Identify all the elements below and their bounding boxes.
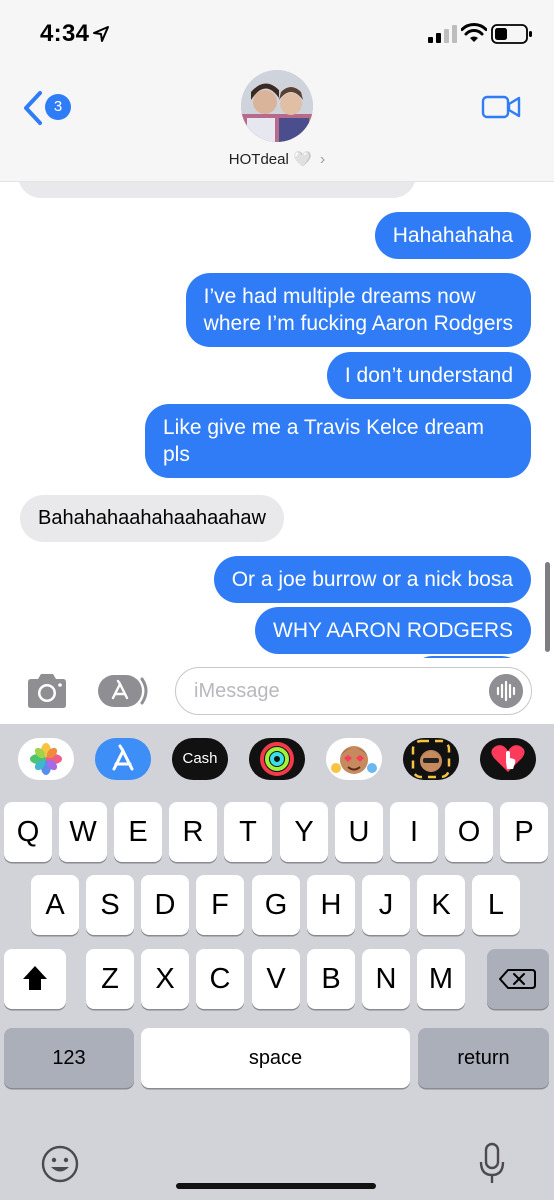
emoji-keyboard-icon[interactable] <box>40 1144 80 1184</box>
key-n[interactable]: N <box>362 949 410 1009</box>
contact-photo <box>241 70 313 142</box>
imessage-app-strip: Cash <box>0 724 554 796</box>
unread-count-badge[interactable]: 3 <box>45 94 71 120</box>
scrollbar-thumb[interactable] <box>545 562 550 652</box>
key-e[interactable]: E <box>114 802 162 862</box>
message-bubble-outgoing[interactable]: Hahahahaha <box>374 212 531 259</box>
numbers-key[interactable]: 123 <box>4 1028 134 1088</box>
key-f[interactable]: F <box>196 875 244 935</box>
key-r[interactable]: R <box>169 802 217 862</box>
key-o[interactable]: O <box>445 802 493 862</box>
key-m[interactable]: M <box>417 949 465 1009</box>
message-text-line: pls <box>163 443 190 466</box>
imessage-input[interactable]: iMessage <box>175 667 532 715</box>
key-b[interactable]: B <box>307 949 355 1009</box>
space-key[interactable]: space <box>141 1028 410 1088</box>
key-u[interactable]: U <box>335 802 383 862</box>
key-y[interactable]: Y <box>280 802 328 862</box>
key-q[interactable]: Q <box>4 802 52 862</box>
dictation-mic-icon[interactable] <box>478 1142 506 1186</box>
activity-icon <box>260 742 294 776</box>
key-l[interactable]: L <box>472 875 520 935</box>
location-arrow-icon <box>93 26 109 42</box>
message-text: Or a joe burrow or a nick bosa <box>231 568 513 591</box>
activity-app-button[interactable] <box>249 738 305 780</box>
contact-avatar[interactable] <box>241 70 313 142</box>
key-h[interactable]: H <box>307 875 355 935</box>
shift-arrow-icon <box>23 966 47 990</box>
key-t[interactable]: T <box>224 802 272 862</box>
wifi-icon <box>461 23 487 42</box>
battery-icon <box>491 24 532 44</box>
compose-bar: iMessage <box>0 658 554 724</box>
photos-app-button[interactable] <box>18 738 74 780</box>
key-i[interactable]: I <box>390 802 438 862</box>
key-z[interactable]: Z <box>86 949 134 1009</box>
status-time: 4:34 <box>40 20 90 47</box>
app-store-app-button[interactable] <box>95 738 151 780</box>
key-k[interactable]: K <box>417 875 465 935</box>
contact-name-text: HOTdeal <box>228 151 289 168</box>
digital-touch-app-button[interactable] <box>480 738 536 780</box>
key-c[interactable]: C <box>196 949 244 1009</box>
key-v[interactable]: V <box>252 949 300 1009</box>
backspace-icon <box>499 969 536 989</box>
message-text-line: where I’m fucking Aaron Rodgers <box>203 312 513 335</box>
message-text-line: I’ve had multiple dreams now <box>203 285 476 308</box>
message-bubble-outgoing[interactable]: I’ve had multiple dreams now where I’m f… <box>185 273 531 347</box>
message-text: Bahahahaahahaahaahaw <box>38 507 266 529</box>
key-w[interactable]: W <box>59 802 107 862</box>
key-p[interactable]: P <box>500 802 548 862</box>
photos-icon <box>30 743 62 775</box>
key-g[interactable]: G <box>252 875 300 935</box>
digital-touch-icon <box>491 745 525 772</box>
audio-waveform-icon[interactable] <box>489 674 523 708</box>
camera-icon[interactable] <box>24 672 70 710</box>
memoji-stickers-app-button[interactable] <box>403 738 459 780</box>
message-bubble-outgoing[interactable]: Like give me a Travis Kelce dream pls <box>145 404 531 478</box>
shift-key[interactable] <box>4 949 66 1009</box>
delete-key[interactable] <box>487 949 549 1009</box>
return-key[interactable]: return <box>418 1028 549 1088</box>
message-bubble-incoming[interactable]: Bahahahaahahaahaahaw <box>20 495 284 542</box>
key-a[interactable]: A <box>31 875 79 935</box>
message-thread[interactable]: Hahahahaha I’ve had multiple dreams now … <box>0 182 554 658</box>
message-bubble-incoming-partial[interactable] <box>18 182 416 198</box>
cash-icon: Cash <box>172 738 228 780</box>
key-s[interactable]: S <box>86 875 134 935</box>
key-d[interactable]: D <box>141 875 189 935</box>
key-x[interactable]: X <box>141 949 189 1009</box>
key-j[interactable]: J <box>362 875 410 935</box>
apps-button-icon[interactable] <box>98 675 150 707</box>
cellular-signal-icon <box>428 25 457 43</box>
memoji-icon <box>331 746 377 774</box>
home-indicator[interactable] <box>176 1183 376 1189</box>
white-heart-emoji: 🤍 <box>293 151 312 168</box>
message-bubble-outgoing[interactable]: WHY AARON RODGERS <box>255 607 531 654</box>
message-bubble-outgoing[interactable]: Or a joe burrow or a nick bosa <box>213 556 531 603</box>
message-bubble-outgoing[interactable]: I don’t understand <box>326 352 531 399</box>
message-text: WHY AARON RODGERS <box>273 619 513 642</box>
chevron-right-icon: › <box>319 151 326 168</box>
cash-label: Cash <box>182 750 218 767</box>
keyboard-area: Cash Q W E R T Y U I O P A S D F G H J K… <box>0 724 554 1200</box>
message-text-line: Like give me a Travis Kelce dream <box>163 416 484 439</box>
conversation-header: 4:34 3 HOTdeal 🤍 › <box>0 0 554 182</box>
message-text: I don’t understand <box>344 364 513 387</box>
memoji-stickers-icon <box>411 739 451 779</box>
contact-name[interactable]: HOTdeal 🤍 › <box>0 150 554 169</box>
apple-cash-app-button[interactable]: Cash <box>172 738 228 780</box>
facetime-video-icon[interactable] <box>481 94 521 120</box>
status-bar: 4:34 <box>0 0 554 70</box>
app-store-icon <box>112 744 134 771</box>
memoji-app-button[interactable] <box>326 738 382 780</box>
back-chevron-icon[interactable] <box>22 90 44 126</box>
imessage-placeholder: iMessage <box>194 680 280 702</box>
message-text: Hahahahaha <box>392 224 513 247</box>
